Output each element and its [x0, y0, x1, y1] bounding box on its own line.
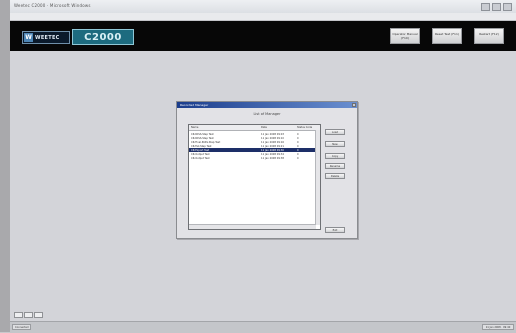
- copy-button[interactable]: Copy: [325, 153, 345, 159]
- dialog-caption: List of Manager: [253, 112, 281, 116]
- status-connected: Connected: [12, 324, 32, 330]
- company-logo: W WEETEC: [22, 31, 70, 44]
- manager-list[interactable]: Name Date Status Code CR.PASS.Step Test …: [188, 124, 321, 230]
- tool-icon-1[interactable]: [14, 312, 23, 318]
- bottom-toolbar: [14, 312, 43, 318]
- logo-mark: W: [24, 33, 33, 42]
- reset-test-button[interactable]: Reset Test (F11): [432, 28, 462, 44]
- close-icon[interactable]: [503, 3, 512, 11]
- tool-icon-2[interactable]: [24, 312, 33, 318]
- exit-button[interactable]: Exit: [325, 227, 345, 233]
- column-header-name[interactable]: Name: [191, 126, 198, 129]
- recorded-manager-dialog: Recorded Manager List of Manager Name Da…: [176, 101, 358, 239]
- dialog-close-icon[interactable]: [352, 103, 356, 107]
- window-titlebar[interactable]: Weetec C2000 · Microsoft Windows: [10, 0, 516, 14]
- column-header-code[interactable]: Status Code: [297, 126, 312, 129]
- menu-bar: File Edit View Tools Help: [10, 13, 516, 30]
- status-bar: Connected 11 Jan 2008 · 09:40: [10, 321, 516, 333]
- window-left-edge: [0, 0, 10, 332]
- app-window: Weetec C2000 · Microsoft Windows File Ed…: [0, 0, 516, 333]
- load-button[interactable]: Load: [325, 129, 345, 135]
- rename-button[interactable]: Rename: [325, 163, 345, 169]
- list-header: Name Date Status Code: [189, 125, 320, 131]
- maximize-icon[interactable]: [492, 3, 501, 11]
- window-title: Weetec C2000 · Microsoft Windows: [14, 3, 91, 8]
- list-vertical-scrollbar[interactable]: [315, 130, 320, 225]
- app-header: W WEETEC C2000 Operator Manual (F10) Res…: [10, 21, 516, 51]
- window-controls: [481, 3, 512, 11]
- delete-button[interactable]: Delete: [325, 173, 345, 179]
- column-header-date[interactable]: Date: [261, 126, 267, 129]
- product-brand: C2000: [72, 29, 134, 45]
- logo-text: WEETEC: [35, 34, 60, 41]
- row-date: 11 Jan 2008 09:38: [261, 156, 284, 160]
- list-horizontal-scrollbar[interactable]: [189, 224, 316, 229]
- row-name: CR.Output Test: [191, 156, 210, 160]
- new-button[interactable]: New: [325, 141, 345, 147]
- minimize-icon[interactable]: [481, 3, 490, 11]
- list-row[interactable]: CR.Output Test 11 Jan 2008 09:38 0: [189, 156, 320, 160]
- operator-manual-button[interactable]: Operator Manual (F10): [390, 28, 420, 44]
- dialog-titlebar[interactable]: Recorded Manager: [177, 102, 357, 108]
- dialog-title: Recorded Manager: [180, 103, 209, 107]
- tool-icon-3[interactable]: [34, 312, 43, 318]
- status-clock: 11 Jan 2008 · 09:40: [482, 324, 514, 330]
- row-code: 0: [297, 156, 299, 160]
- restart-button[interactable]: Restart (F12): [474, 28, 504, 44]
